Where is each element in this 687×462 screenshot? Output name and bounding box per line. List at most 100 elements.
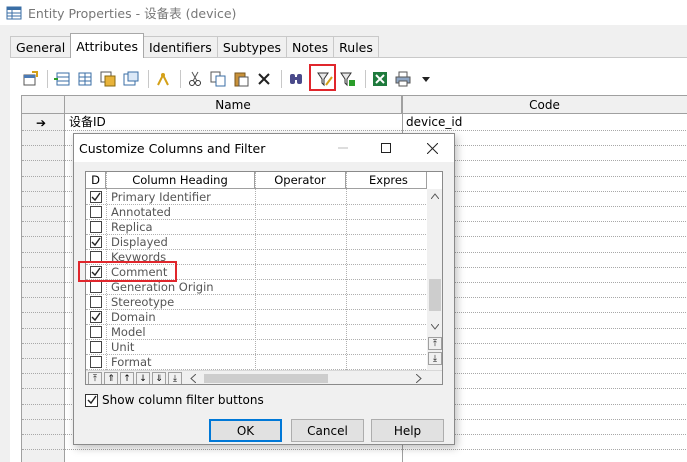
tab-attributes[interactable]: Attributes: [70, 33, 144, 58]
show-filter-label: Show column filter buttons: [102, 393, 264, 407]
table-row[interactable]: device_id: [406, 114, 462, 130]
paste-icon[interactable]: [231, 69, 251, 89]
filter-button-highlight: [309, 64, 336, 91]
add-attributes-icon[interactable]: [98, 69, 118, 89]
move-up-icon[interactable]: ↑: [120, 372, 134, 384]
toolbar-separator: [365, 70, 366, 88]
column-header-heading[interactable]: Column Heading: [106, 172, 255, 189]
move-to-top-icon[interactable]: ⤒: [88, 372, 102, 384]
row-label: Generation Origin: [111, 280, 214, 294]
dropdown-arrow-icon[interactable]: [416, 69, 436, 89]
vertical-scrollbar[interactable]: ⤒ ⤓: [427, 189, 442, 370]
row-label: Replica: [111, 220, 153, 234]
list-item[interactable]: Stereotype: [86, 295, 426, 310]
row-label: Model: [111, 325, 146, 339]
list-item[interactable]: Replica: [86, 220, 426, 235]
row-checkbox[interactable]: [90, 221, 102, 233]
toolbar-separator: [281, 70, 282, 88]
show-filter-buttons-checkbox[interactable]: Show column filter buttons: [85, 393, 264, 407]
current-row-arrow-icon: ➔: [36, 116, 47, 130]
add-row-icon[interactable]: [75, 69, 95, 89]
row-label: Domain: [111, 310, 156, 324]
row-checkbox[interactable]: [90, 356, 102, 368]
delete-icon[interactable]: [254, 69, 274, 89]
move-bottom-icon[interactable]: ⤓: [428, 352, 442, 365]
list-item[interactable]: Primary Identifier: [86, 190, 426, 205]
scroll-right-icon[interactable]: [416, 374, 422, 383]
column-header-name[interactable]: Name: [65, 96, 402, 114]
properties-icon[interactable]: [20, 69, 40, 89]
tab-rules[interactable]: Rules: [333, 36, 379, 58]
grid-corner-header: [22, 96, 65, 114]
cancel-button[interactable]: Cancel: [291, 419, 364, 442]
title-bar: Entity Properties - 设备表 (device): [0, 0, 687, 25]
list-item[interactable]: Unit: [86, 340, 426, 355]
list-item[interactable]: Annotated: [86, 205, 426, 220]
row-checkbox[interactable]: [90, 311, 102, 323]
minimize-icon: [332, 138, 354, 158]
maximize-icon[interactable]: [375, 138, 397, 158]
vertical-scroll-thumb[interactable]: [429, 279, 441, 311]
ok-button[interactable]: OK: [209, 419, 282, 442]
dialog-title: Customize Columns and Filter: [79, 140, 266, 156]
table-row[interactable]: 设备ID: [69, 114, 106, 130]
column-header-operator[interactable]: Operator: [255, 172, 346, 189]
scroll-down-icon[interactable]: [431, 324, 439, 330]
list-item[interactable]: Format: [86, 355, 426, 370]
row-checkbox[interactable]: [90, 191, 102, 203]
move-to-bottom-icon[interactable]: ⤓: [168, 372, 182, 384]
row-checkbox[interactable]: [90, 341, 102, 353]
tab-identifiers[interactable]: Identifiers: [142, 36, 218, 58]
row-checkbox[interactable]: [90, 296, 102, 308]
find-in-list-icon[interactable]: [286, 69, 306, 89]
horizontal-scrollbar[interactable]: ⤒ ⇑ ↑ ↓ ⇓ ⤓: [86, 370, 442, 384]
scroll-up-icon[interactable]: [431, 193, 439, 199]
reuse-attributes-icon[interactable]: [121, 69, 141, 89]
list-item[interactable]: Generation Origin: [86, 280, 426, 295]
comment-row-highlight: [78, 261, 177, 282]
row-checkbox[interactable]: [90, 281, 102, 293]
column-header-code[interactable]: Code: [402, 96, 687, 114]
grid-row-line: [22, 449, 687, 450]
move-top-icon[interactable]: ⤒: [428, 337, 442, 350]
grid-row-line: [22, 130, 687, 131]
close-icon[interactable]: [421, 138, 443, 158]
toolbar: [20, 66, 439, 92]
row-selector-column: [22, 114, 65, 462]
scroll-left-icon[interactable]: [190, 374, 196, 383]
row-checkbox[interactable]: [90, 206, 102, 218]
checkmark-icon: [91, 237, 101, 247]
move-down-icon[interactable]: ↓: [136, 372, 150, 384]
list-item[interactable]: Domain: [86, 310, 426, 325]
help-button[interactable]: Help: [371, 419, 444, 442]
move-up-fast-icon[interactable]: ⇑: [104, 372, 118, 384]
find-icon[interactable]: [153, 69, 173, 89]
cut-icon[interactable]: [185, 69, 205, 89]
column-header-expression[interactable]: Expres: [346, 172, 427, 189]
list-item[interactable]: Displayed: [86, 235, 426, 250]
tab-notes[interactable]: Notes: [286, 36, 335, 58]
row-label: Stereotype: [111, 295, 175, 309]
print-icon[interactable]: [393, 69, 413, 89]
row-label: Annotated: [111, 205, 171, 219]
filter-icon[interactable]: [338, 69, 358, 89]
checkmark-icon: [87, 395, 97, 405]
checkmark-icon: [91, 192, 101, 202]
checkbox[interactable]: [85, 393, 98, 407]
move-down-fast-icon[interactable]: ⇓: [152, 372, 166, 384]
tab-subtypes[interactable]: Subtypes: [216, 36, 288, 58]
list-item[interactable]: Model: [86, 325, 426, 340]
window-title: Entity Properties - 设备表 (device): [28, 6, 237, 21]
customize-columns-dialog: Customize Columns and Filter D Column He…: [73, 133, 455, 445]
row-checkbox[interactable]: [90, 326, 102, 338]
row-checkbox[interactable]: [90, 236, 102, 248]
insert-row-icon[interactable]: [52, 69, 72, 89]
excel-export-icon[interactable]: [370, 69, 390, 89]
dialog-title-bar: Customize Columns and Filter: [74, 134, 454, 162]
horizontal-scroll-thumb[interactable]: [204, 374, 328, 383]
tab-general[interactable]: General: [10, 36, 72, 58]
row-label: Primary Identifier: [111, 190, 211, 204]
copy-icon[interactable]: [208, 69, 228, 89]
column-header-displayed[interactable]: D: [86, 172, 106, 189]
row-label: Displayed: [111, 235, 168, 249]
